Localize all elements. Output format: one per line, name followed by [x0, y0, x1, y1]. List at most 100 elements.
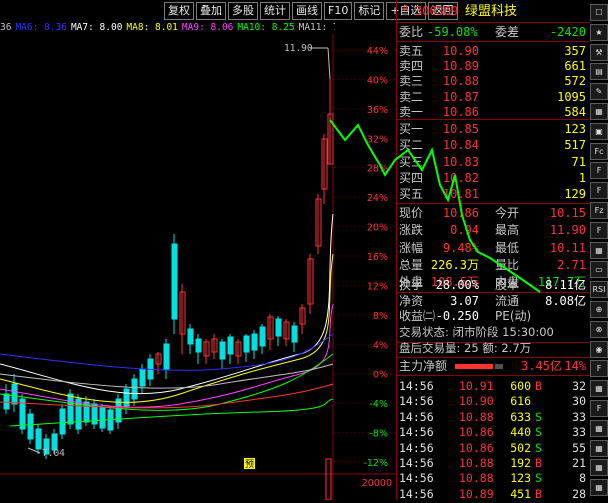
- moving-average-legend: 36 MA6: 8.36 MA7: 8.00 MA8: 8.01 MA9: 8.06 MA…: [0, 22, 335, 34]
- candle-body: [195, 338, 202, 353]
- toolbar-button-6[interactable]: 标记: [354, 2, 385, 20]
- pct-axis-label: -4%: [370, 399, 389, 410]
- toolbar-button-5[interactable]: F10: [324, 2, 353, 20]
- buy-volume: 517: [564, 138, 586, 153]
- mainflow-label: 主力净额: [399, 359, 448, 373]
- candle-body: [259, 326, 266, 347]
- pct-axis-label: 44%: [367, 46, 388, 57]
- stat-label: 涨跌: [399, 223, 424, 238]
- toolbar-button-2[interactable]: 多股: [228, 2, 258, 20]
- tick-row: 14:56 10.89 451 B 28: [397, 485, 589, 503]
- ma-label-6: MA11: 7.96: [298, 22, 335, 33]
- candle-body: [99, 407, 106, 429]
- side-tool-icon[interactable]: Fc: [590, 142, 608, 160]
- side-tool-icon[interactable]: ▦: [590, 419, 608, 437]
- fin-value-2: 8.11亿: [545, 278, 586, 292]
- side-tool-icon[interactable]: RSI: [590, 281, 608, 299]
- ma-label-0: 36: [0, 22, 12, 33]
- side-tool-icon[interactable]: ▦: [590, 439, 608, 457]
- side-tool-icon[interactable]: ⊗: [590, 320, 608, 338]
- buy-volume: 1: [578, 170, 586, 185]
- r-badge: R: [403, 4, 409, 13]
- stat-row: 总量 226.3万 量比 2.71: [397, 257, 589, 274]
- toolbar-button-3[interactable]: 统计: [260, 2, 290, 20]
- toolbar-button-0[interactable]: 复权: [164, 2, 194, 20]
- buy-level-1: 买一 10.85 123: [397, 121, 589, 138]
- stat-row: 现价 10.86 今开 10.15: [397, 205, 589, 222]
- stat-value: 0.94: [450, 223, 479, 238]
- candle-body: [219, 341, 226, 360]
- mainflow-bar: [455, 364, 493, 369]
- candle-body: [291, 325, 298, 343]
- volume-axis-label: 20000: [362, 478, 392, 489]
- ma-label-1: MA6: 8.36: [15, 22, 67, 33]
- side-tool-icon[interactable]: ⚒: [590, 43, 608, 61]
- pct-axis-label: 16%: [367, 252, 388, 263]
- stat-row: 涨幅 9.48% 最低 10.11: [397, 240, 589, 257]
- fin-value: 3.07: [450, 293, 479, 308]
- mainflow-row[interactable]: 主力净额 3.45亿 14%: [397, 358, 589, 375]
- fin-label: 换手: [399, 278, 424, 292]
- candle-body: [131, 378, 138, 400]
- toolbar-button-4[interactable]: 画线: [292, 2, 322, 20]
- stat-row: 涨跌 0.94 最高 11.90: [397, 222, 589, 239]
- stat-value-2: 2.71: [557, 257, 586, 272]
- tick-price: 10.89: [459, 486, 494, 501]
- toolbar-button-1[interactable]: 叠加: [196, 2, 226, 20]
- stock-code: 300369: [415, 4, 459, 18]
- stat-label: 总量: [399, 257, 424, 272]
- ma-label-5: MA10: 8.25: [237, 22, 295, 33]
- side-tool-icon[interactable]: ▤: [590, 63, 608, 81]
- buy-price: 10.84: [442, 138, 479, 153]
- buy-level-5: 买五 10.81 129: [397, 186, 589, 203]
- ma-label-3: MA8: 8.01: [126, 22, 178, 33]
- weicha-label: 委差: [495, 25, 520, 39]
- candle-body: [227, 336, 234, 355]
- side-tool-icon[interactable]: F: [590, 182, 608, 200]
- candle-body: [11, 383, 18, 405]
- fin-value: -0.250: [435, 309, 479, 323]
- side-tool-icon[interactable]: ▦: [590, 103, 608, 120]
- side-tool-icon[interactable]: ▦: [590, 479, 608, 497]
- side-tool-icon[interactable]: F: [590, 221, 608, 239]
- side-tool-icon[interactable]: ⊕: [590, 301, 608, 318]
- side-tool-icon[interactable]: ▦: [590, 380, 608, 398]
- side-tool-icon[interactable]: ☐: [590, 4, 608, 21]
- stat-value-2: 10.15: [549, 206, 586, 220]
- stat-label-2: 最高: [495, 223, 520, 238]
- side-tool-icon[interactable]: ▦: [590, 459, 608, 477]
- candle-body: [67, 393, 74, 425]
- forecast-marker-label: 预: [245, 459, 254, 470]
- kline-chart-svg: 44% 40% 36% 32% 28% 24% 20% 16% 12% 8% 4% 0% -4% -8% -…: [0, 34, 395, 501]
- side-tool-icon[interactable]: F: [590, 400, 608, 417]
- fin-label: 收益㈡: [399, 309, 436, 323]
- fin-label-2: 股本: [495, 278, 520, 292]
- weicha-value: -2420: [549, 25, 586, 39]
- stat-value: 226.3万: [430, 257, 479, 272]
- buy-volume: 71: [571, 154, 586, 169]
- side-tool-icon[interactable]: Fz: [590, 202, 608, 219]
- side-tool-icon[interactable]: ✎: [590, 83, 608, 101]
- buy-price: 10.82: [442, 170, 479, 185]
- candle-body: [251, 333, 258, 351]
- side-tool-icon[interactable]: ◉: [590, 340, 608, 358]
- buy-price: 10.81: [442, 187, 479, 202]
- weibi-value: -59.08%: [427, 25, 478, 39]
- candle-body: [139, 368, 146, 387]
- side-tool-icon[interactable]: F: [590, 162, 608, 180]
- pct-axis-label: 4%: [373, 340, 388, 351]
- side-tool-icon[interactable]: ▭: [590, 261, 608, 279]
- stat-value: 10.86: [442, 206, 479, 220]
- price-min-label: 7.04: [42, 448, 65, 459]
- side-tool-icon[interactable]: F: [590, 360, 608, 378]
- kline-chart[interactable]: 44% 40% 36% 32% 28% 24% 20% 16% 12% 8% 4% 0% -4% -8% -…: [0, 34, 395, 501]
- fin-value-2: 8.08亿: [545, 293, 586, 308]
- fin-label-2: 流通: [495, 293, 520, 308]
- side-tool-icon[interactable]: ★: [590, 23, 608, 41]
- side-tool-icon[interactable]: ▦: [590, 241, 608, 259]
- candle-body: [275, 318, 282, 337]
- buy-level-2: 买二 10.84 517: [397, 137, 589, 154]
- side-tool-icon[interactable]: ▣: [590, 122, 608, 140]
- candle-body: [171, 243, 178, 320]
- tick-volume: 451: [510, 486, 531, 501]
